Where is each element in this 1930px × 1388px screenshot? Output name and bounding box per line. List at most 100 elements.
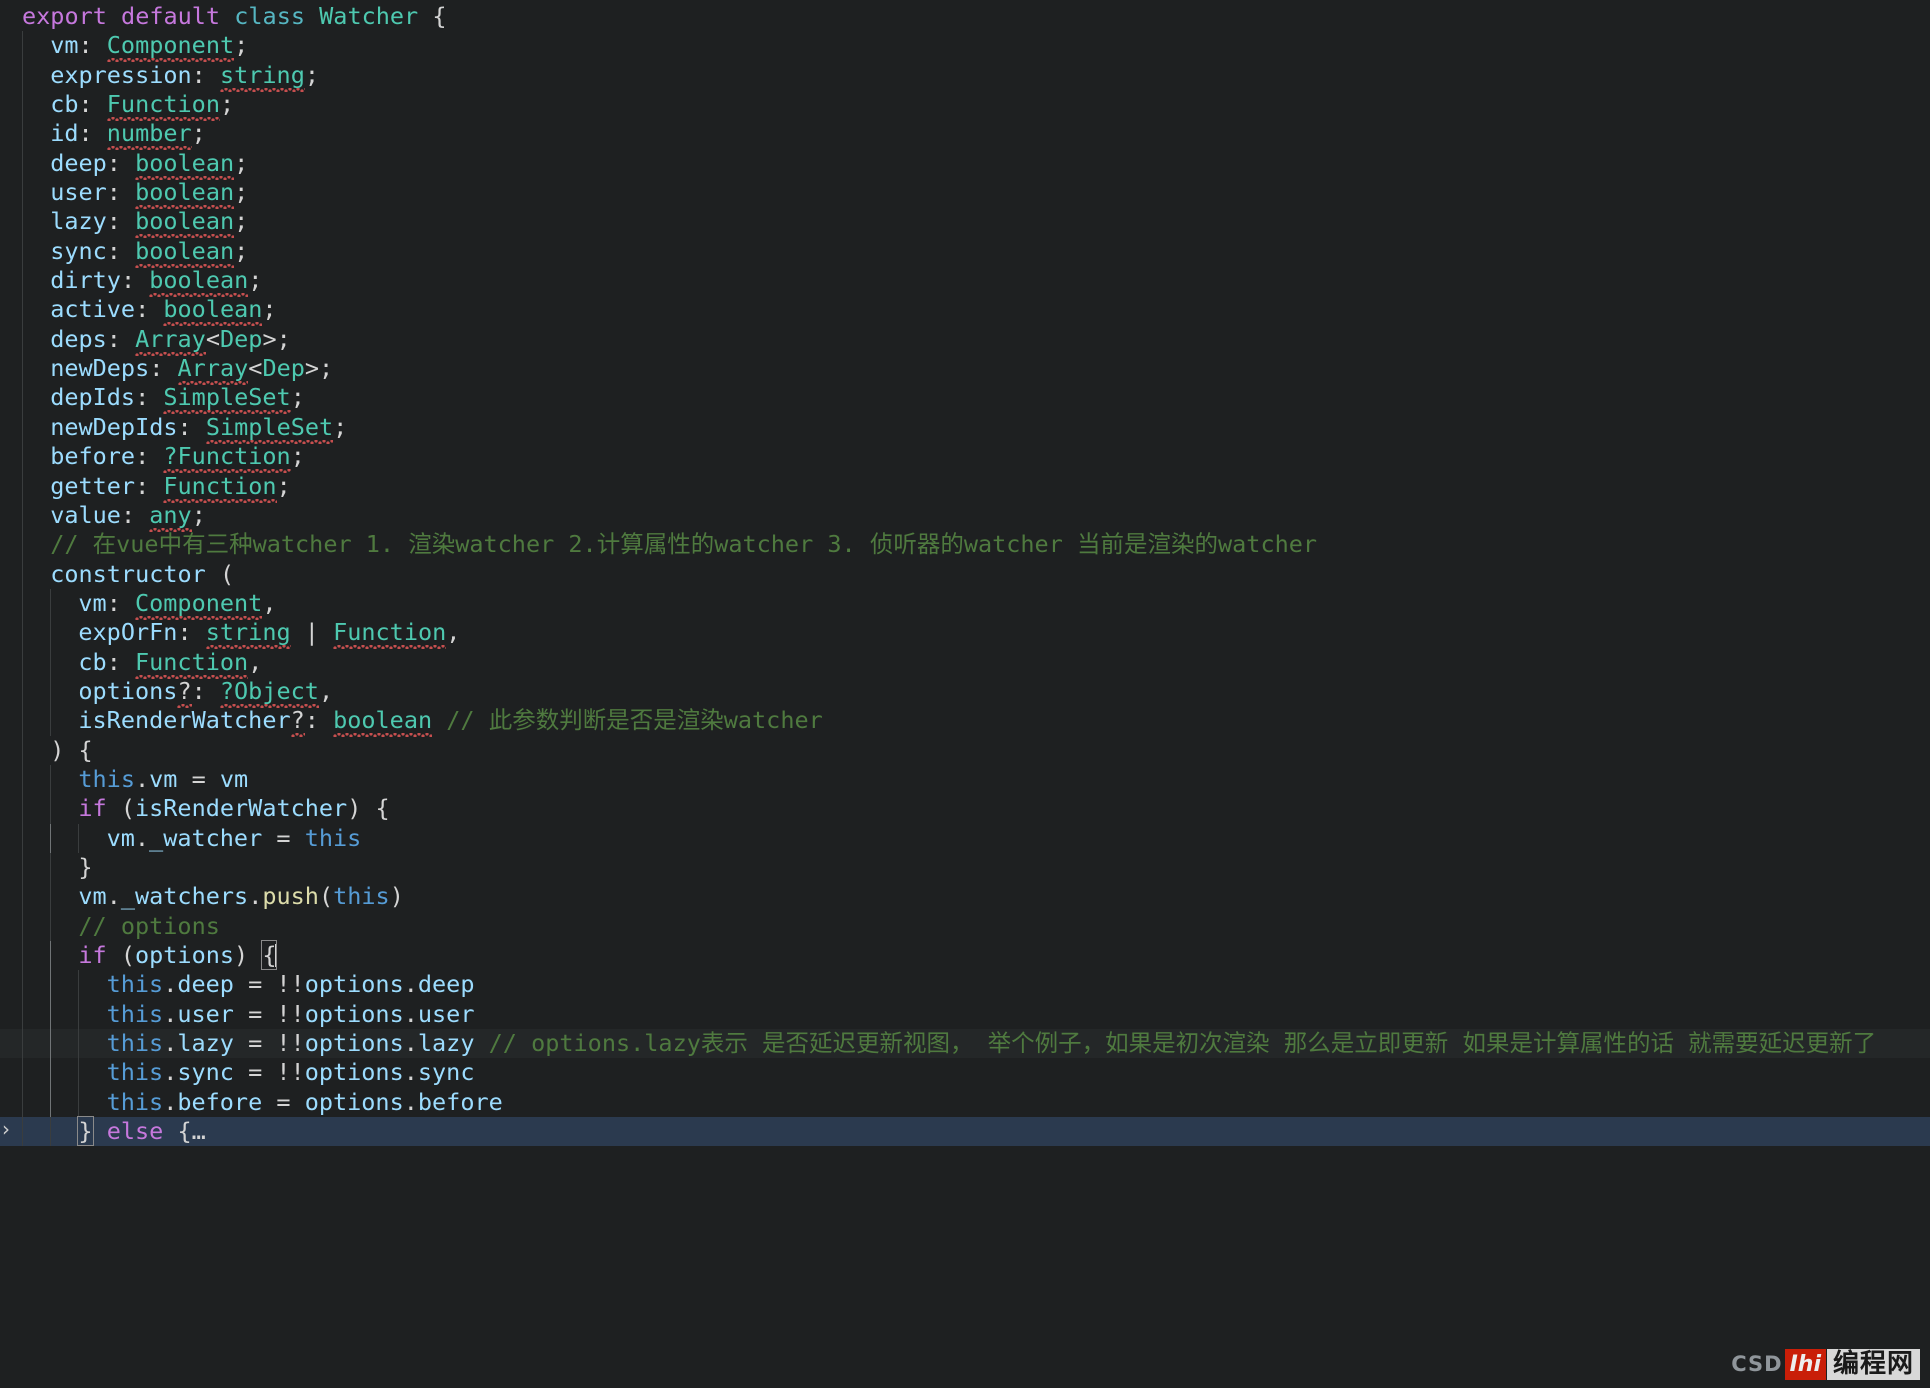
code-line[interactable]: // 在vue中有三种watcher 1. 渲染watcher 2.计算属性的w…	[0, 530, 1930, 560]
code-line[interactable]: deps: Array<Dep>;	[0, 324, 1930, 355]
code-line[interactable]: newDeps: Array<Dep>;	[0, 354, 1930, 384]
code-token: // 在vue中有三种watcher 1. 渲染watcher 2.计算属性的w…	[50, 530, 1318, 559]
code-token: = !!	[233, 999, 305, 1028]
code-line[interactable]: this.before = options.before	[0, 1087, 1930, 1118]
code-editor[interactable]: export default class Watcher {vm: Compon…	[0, 0, 1930, 1388]
indent-guide	[22, 383, 23, 413]
code-token: sync	[50, 236, 107, 265]
code-line[interactable]: this.lazy = !!options.lazy // options.la…	[0, 1029, 1930, 1059]
code-token: ,	[318, 676, 334, 705]
code-token: expOrFn	[78, 618, 178, 647]
code-token: deep	[177, 970, 234, 999]
code-token: sync	[417, 1058, 475, 1087]
indent-guide	[22, 90, 23, 120]
code-line[interactable]: deep: boolean;	[0, 148, 1930, 179]
code-token: this	[106, 970, 164, 999]
code-token: boolean	[135, 207, 235, 236]
code-token: :	[191, 60, 220, 89]
code-line[interactable]: vm._watcher = this	[0, 823, 1930, 853]
code-line[interactable]: if (isRenderWatcher) {	[0, 794, 1930, 824]
code-line[interactable]: options?: ?Object,	[0, 676, 1930, 707]
code-line[interactable]: sync: boolean;	[0, 236, 1930, 267]
code-token: =	[177, 764, 220, 793]
indent-guide	[22, 794, 23, 824]
code-token: :	[106, 207, 136, 236]
code-line[interactable]: vm: Component;	[0, 31, 1930, 61]
code-line[interactable]: expression: string;	[0, 60, 1930, 91]
indent-guide	[22, 588, 23, 619]
code-token: string	[205, 618, 291, 647]
code-token: number	[106, 119, 192, 148]
code-line[interactable]: this.sync = !!options.sync	[0, 1058, 1930, 1088]
code-token: ?Function	[163, 442, 291, 471]
code-token: ;	[276, 471, 291, 500]
code-token: (	[106, 941, 135, 969]
code-line[interactable]: ) {	[0, 735, 1930, 765]
code-line-text: value: any;	[22, 501, 206, 530]
code-line[interactable]: isRenderWatcher?: boolean // 此参数判断是否是渲染w…	[0, 706, 1930, 736]
code-line[interactable]: cb: Function,	[0, 647, 1930, 677]
code-token: Watcher	[319, 2, 419, 30]
code-token: = !!	[233, 1029, 305, 1058]
code-line[interactable]: }	[0, 852, 1930, 883]
code-line[interactable]: if (options) {	[0, 940, 1930, 971]
code-line[interactable]: before: ?Function;	[0, 442, 1930, 472]
code-line[interactable]: getter: Function;	[0, 471, 1930, 501]
code-line[interactable]: lazy: boolean;	[0, 207, 1930, 237]
code-token: <	[248, 354, 263, 383]
code-token: options	[78, 676, 178, 705]
code-line[interactable]: } else {… ›	[0, 1115, 1930, 1147]
code-token: options	[304, 1087, 404, 1116]
indent-guide	[22, 324, 23, 355]
code-line[interactable]: cb: Function;	[0, 90, 1930, 120]
code-line[interactable]: expOrFn: string | Function,	[0, 618, 1930, 648]
code-line[interactable]: export default class Watcher {	[0, 2, 1930, 31]
code-line[interactable]: user: boolean;	[0, 178, 1930, 208]
indent-guide	[22, 266, 23, 296]
code-line[interactable]: constructor (	[0, 559, 1930, 589]
code-token: (	[205, 559, 235, 588]
code-line[interactable]: active: boolean;	[0, 295, 1930, 325]
code-token: :	[135, 383, 164, 412]
code-token: :	[78, 31, 107, 60]
code-token: :	[78, 119, 107, 148]
code-line-text: // options	[22, 912, 219, 941]
code-line[interactable]: vm._watchers.push(this)	[0, 882, 1930, 912]
code-line[interactable]: this.vm = vm	[0, 764, 1930, 795]
code-token: options	[304, 1058, 404, 1087]
code-line[interactable]: this.deep = !!options.deep	[0, 970, 1930, 1000]
code-line[interactable]: dirty: boolean;	[0, 266, 1930, 296]
indent-guide	[78, 999, 80, 1030]
code-token: // options.lazy表示 是否延迟更新视图， 举个例子，如果是初次渲染…	[488, 1029, 1877, 1058]
code-token: .	[163, 1029, 178, 1058]
code-line[interactable]: newDepIds: SimpleSet;	[0, 412, 1930, 443]
code-token: user	[177, 999, 234, 1028]
code-line-text: this.deep = !!options.deep	[22, 970, 475, 999]
code-token: boolean	[149, 266, 249, 295]
code-line[interactable]: id: number;	[0, 119, 1930, 149]
code-token: Function	[106, 90, 220, 119]
code-token: Function	[163, 471, 277, 500]
code-token: :	[120, 266, 150, 295]
code-token: options	[304, 1029, 404, 1058]
fold-chevron-icon[interactable]: ›	[2, 1115, 10, 1144]
code-line[interactable]: // options	[0, 911, 1930, 941]
code-line[interactable]: value: any;	[0, 500, 1930, 531]
code-line-text: sync: boolean;	[22, 237, 248, 266]
code-line-text: vm: Component;	[22, 31, 248, 60]
indent-guide	[78, 823, 80, 853]
code-token: )	[389, 882, 404, 911]
code-line[interactable]: depIds: SimpleSet;	[0, 383, 1930, 413]
code-token: _watcher	[149, 823, 263, 852]
code-content[interactable]: export default class Watcher {vm: Compon…	[0, 0, 1930, 1388]
code-token: this	[106, 999, 164, 1028]
code-line-text: isRenderWatcher?: boolean // 此参数判断是否是渲染w…	[22, 706, 822, 735]
code-line-text: active: boolean;	[22, 295, 276, 324]
code-line[interactable]: vm: Component,	[0, 588, 1930, 619]
indent-guide	[22, 706, 23, 736]
indent-guide	[22, 500, 23, 531]
code-line[interactable]: this.user = !!options.user	[0, 999, 1930, 1030]
code-line-text: constructor (	[22, 560, 234, 589]
code-token: :	[191, 676, 220, 705]
code-token: =	[262, 823, 305, 852]
